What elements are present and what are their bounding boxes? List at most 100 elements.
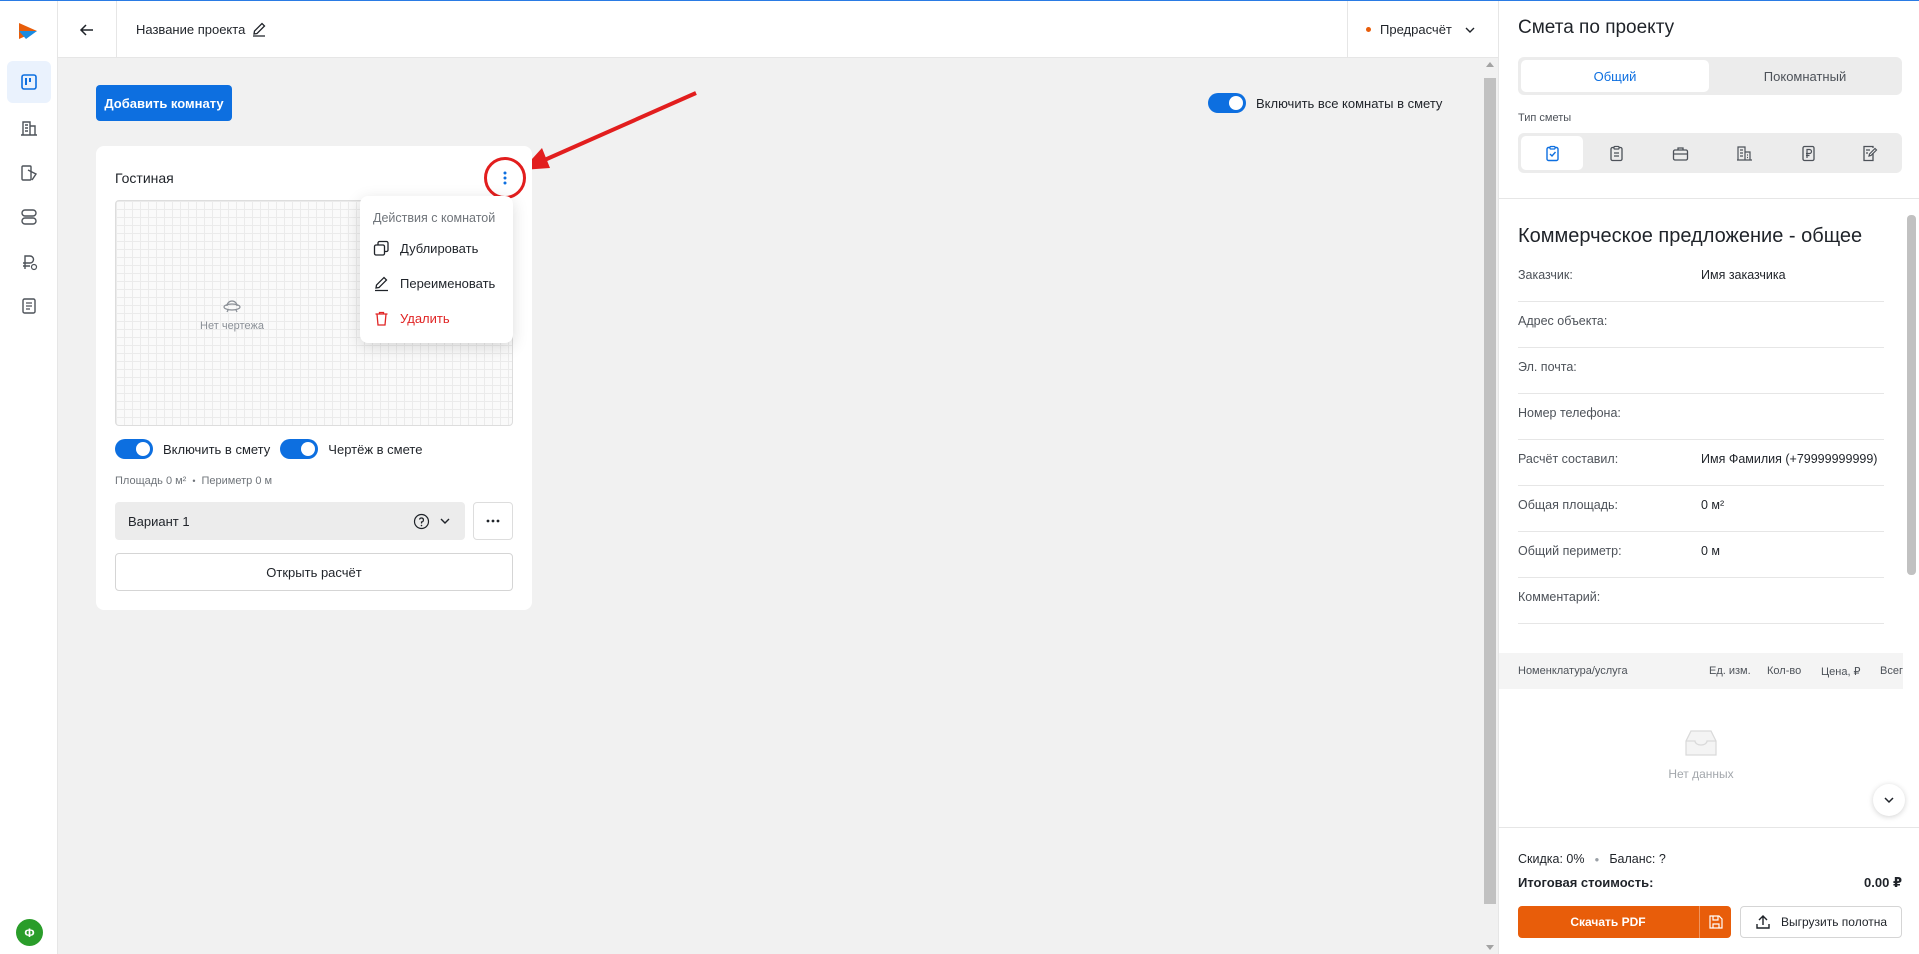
include-all-rooms-toggle[interactable] (1208, 93, 1246, 113)
menu-item-rename[interactable]: Переименовать (360, 266, 513, 301)
add-room-button[interactable]: Добавить комнату (96, 85, 232, 121)
scrollbar-thumb[interactable] (1484, 78, 1496, 904)
estimate-footer: Скидка: 0% ● Баланс: ? Итоговая стоимост… (1499, 827, 1919, 954)
menu-item-duplicate[interactable]: Дублировать (360, 231, 513, 266)
column-header: Цена, ₽ (1821, 666, 1861, 678)
copy-icon (373, 240, 389, 256)
workspace-scrollbar[interactable] (1482, 58, 1498, 954)
field-address: Адрес объекта: (1518, 302, 1884, 348)
scroll-down-arrow[interactable] (1486, 945, 1494, 950)
download-pdf-label: Скачать PDF (1570, 915, 1646, 929)
nav-projects-icon[interactable] (7, 61, 51, 103)
room-title: Гостиная (115, 170, 174, 186)
project-name: Название проекта (136, 22, 246, 37)
tab-per-room[interactable]: Покомнатный (1711, 60, 1899, 92)
field-comment: Комментарий: (1518, 578, 1884, 624)
total-value: 0.00 ₽ (1864, 875, 1902, 890)
balance-text: Баланс: ? (1609, 852, 1666, 866)
field-label: Эл. почта: (1518, 360, 1577, 374)
column-header: Кол-во (1767, 665, 1802, 677)
discount-row: Скидка: 0% ● Баланс: ? (1518, 852, 1666, 866)
menu-item-delete[interactable]: Удалить (360, 301, 513, 336)
field-label: Расчёт составил: (1518, 452, 1619, 466)
discount-text: Скидка: 0% (1518, 852, 1585, 866)
edit-pencil-icon[interactable] (251, 21, 267, 37)
field-label: Заказчик: (1518, 268, 1573, 282)
type-checklist-icon[interactable] (1521, 136, 1583, 170)
scroll-up-arrow[interactable] (1486, 62, 1494, 67)
separator-dot: • (192, 476, 196, 486)
nav-storage-icon[interactable] (7, 196, 51, 238)
export-canvases-button[interactable]: Выгрузить полотна (1740, 906, 1902, 938)
column-header: Номенклатура/услуга (1518, 665, 1628, 677)
left-sidebar: Ф (0, 1, 58, 954)
field-label: Комментарий: (1518, 590, 1601, 604)
room-toggles: Включить в смету Чертёж в смете (115, 439, 432, 459)
divider (1499, 198, 1919, 199)
field-total-perimeter: Общий периметр: 0 м (1518, 532, 1884, 578)
field-label: Номер телефона: (1518, 406, 1621, 420)
estimate-mode-tabs: Общий Покомнатный (1518, 57, 1902, 95)
field-label: Общий периметр: (1518, 544, 1622, 558)
back-button[interactable] (58, 1, 117, 58)
estimate-scrollbar[interactable] (1903, 199, 1919, 827)
include-all-rooms-label: Включить все комнаты в смету (1256, 95, 1443, 111)
nav-catalog-icon[interactable] (7, 152, 51, 194)
open-calculation-button[interactable]: Открыть расчёт (115, 553, 513, 591)
trash-icon (375, 311, 388, 326)
drawing-in-estimate-toggle[interactable] (280, 439, 319, 459)
edit-pencil-icon (375, 276, 388, 292)
field-email: Эл. почта: (1518, 348, 1884, 394)
download-pdf-button[interactable]: Скачать PDF (1518, 906, 1731, 938)
estimate-type-selector (1518, 133, 1902, 173)
type-building-doc-icon[interactable] (1713, 136, 1775, 170)
empty-state: Нет данных (1499, 727, 1903, 783)
chevron-down-icon (440, 518, 450, 524)
arrow-left-icon (79, 23, 93, 36)
empty-inbox-icon (1685, 730, 1717, 756)
room-perimeter: Периметр 0 м (201, 475, 273, 487)
top-header: Название проекта Предрасчёт (58, 1, 1498, 58)
tab-general[interactable]: Общий (1521, 60, 1709, 92)
variant-more-button[interactable] (473, 502, 513, 540)
field-value: 0 м (1701, 544, 1721, 558)
column-header: Ед. изм. (1709, 665, 1751, 677)
nav-objects-icon[interactable] (7, 107, 51, 149)
separator-dot: ● (1594, 854, 1600, 864)
upload-icon (1756, 915, 1770, 929)
menu-item-label: Переименовать (400, 276, 496, 291)
include-in-estimate-toggle[interactable] (115, 439, 153, 459)
type-ruble-doc-icon[interactable] (1777, 136, 1839, 170)
field-value[interactable]: Имя Фамилия (+79999999999) (1701, 452, 1877, 466)
chevron-down-icon (1465, 27, 1475, 33)
save-settings-icon[interactable] (1699, 906, 1731, 938)
scroll-down-button[interactable] (1873, 784, 1905, 816)
room-actions-button[interactable] (484, 157, 526, 199)
export-label: Выгрузить полотна (1780, 915, 1888, 929)
drawing-in-estimate-label: Чертёж в смете (328, 441, 423, 457)
ufo-icon (223, 300, 241, 313)
type-clipboard-icon[interactable] (1585, 136, 1647, 170)
nav-documents-icon[interactable] (7, 285, 51, 327)
app-logo-icon[interactable] (16, 19, 40, 43)
total-label: Итоговая стоимость: (1518, 875, 1654, 890)
menu-item-label: Удалить (400, 311, 450, 326)
help-circle-icon[interactable] (413, 513, 430, 530)
type-edit-doc-icon[interactable] (1838, 136, 1900, 170)
scrollbar-thumb[interactable] (1907, 215, 1916, 575)
user-avatar[interactable]: Ф (16, 919, 43, 946)
field-value[interactable]: Имя заказчика (1701, 268, 1786, 282)
type-briefcase-icon[interactable] (1649, 136, 1711, 170)
field-customer: Заказчик: Имя заказчика (1518, 256, 1884, 302)
status-dropdown[interactable]: Предрасчёт (1347, 1, 1498, 58)
annotation-arrow-icon (522, 91, 697, 170)
estimate-type-label: Тип сметы (1518, 112, 1572, 124)
include-in-estimate-label: Включить в смету (163, 441, 271, 457)
nav-prices-icon[interactable] (7, 241, 51, 283)
status-dot (1366, 27, 1371, 32)
vertical-dots-icon (503, 171, 507, 185)
column-header: Всего (1880, 665, 1903, 677)
include-all-rooms-toggle-row: Включить все комнаты в смету (1208, 93, 1442, 113)
field-total-area: Общая площадь: 0 м² (1518, 486, 1884, 532)
variant-select[interactable]: Вариант 1 (115, 502, 465, 540)
